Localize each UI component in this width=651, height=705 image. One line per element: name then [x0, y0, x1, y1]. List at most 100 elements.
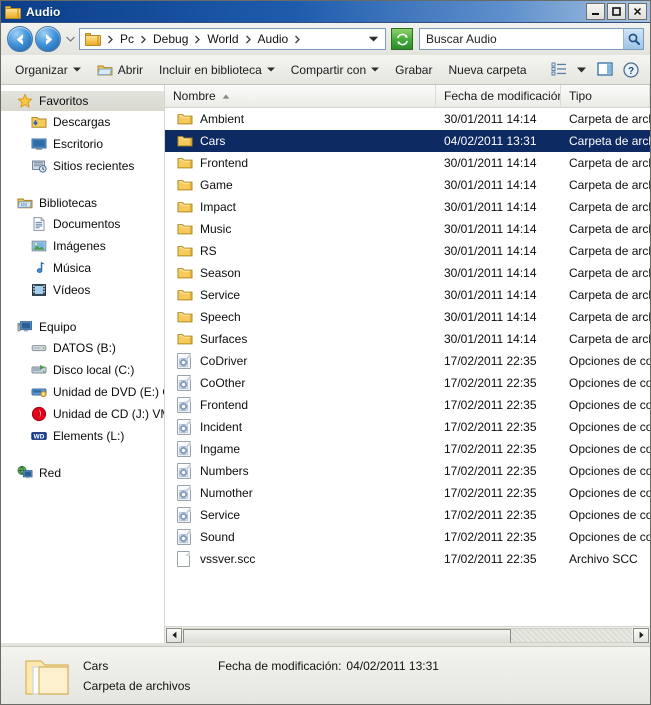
sidebar-item-elements-l[interactable]: WD Elements (L:) [1, 425, 164, 447]
back-button[interactable] [7, 26, 33, 52]
sidebar-item-imagenes[interactable]: Imágenes [1, 235, 164, 257]
sidebar-item-descargas[interactable]: Descargas [1, 111, 164, 133]
table-row[interactable]: Season 30/01/2011 14:14 Carpeta de archivo [165, 262, 650, 284]
sidebar-item-red[interactable]: Red [1, 463, 164, 483]
folder-icon [177, 331, 193, 347]
refresh-button[interactable] [391, 28, 413, 50]
folder-icon [177, 243, 193, 259]
config-file-icon [177, 441, 193, 457]
minimize-button[interactable] [586, 3, 605, 20]
organize-button[interactable]: Organizar [7, 58, 89, 82]
navigation-pane[interactable]: Favoritos Descargas Escritorio Sitios re… [1, 85, 165, 643]
cell-date: 30/01/2011 14:14 [444, 200, 537, 214]
change-view-button[interactable] [547, 58, 571, 82]
scroll-right-button[interactable] [633, 627, 649, 643]
search-box[interactable]: Buscar Audio [419, 28, 644, 50]
sidebar-label: Red [39, 466, 62, 480]
sidebar-item-musica[interactable]: Música [1, 257, 164, 279]
share-with-button[interactable]: Compartir con [283, 58, 387, 82]
table-row[interactable]: Impact 30/01/2011 14:14 Carpeta de archivo [165, 196, 650, 218]
table-row[interactable]: Ingame 17/02/2011 22:35 Opciones de config [165, 438, 650, 460]
table-row[interactable]: Surfaces 30/01/2011 14:14 Carpeta de archi… [165, 328, 650, 350]
search-input[interactable]: Buscar Audio [426, 32, 623, 46]
file-list-pane[interactable]: Nombre Fecha de modificación Tipo Ambien… [165, 85, 650, 643]
open-button[interactable]: Abrir [89, 58, 151, 82]
column-header-nombre[interactable]: Nombre [165, 85, 436, 107]
column-header-tipo[interactable]: Tipo [561, 85, 650, 107]
help-button[interactable]: ? [618, 58, 644, 82]
file-name: vssver.scc [200, 552, 256, 566]
pictures-icon [31, 238, 47, 254]
table-row[interactable]: Cars 04/02/2011 13:31 Carpeta de archivo [165, 130, 650, 152]
table-row[interactable]: CoDriver 17/02/2011 22:35 Opciones de conf… [165, 350, 650, 372]
scroll-left-button[interactable] [166, 627, 182, 643]
view-dropdown-button[interactable] [571, 58, 592, 82]
sidebar-item-favoritos[interactable]: Favoritos [1, 91, 164, 111]
sidebar-item-disco-local-c[interactable]: Disco local (C:) [1, 359, 164, 381]
table-row[interactable]: Speech 30/01/2011 14:14 Carpeta de archivo [165, 306, 650, 328]
table-row[interactable]: Sound 17/02/2011 22:35 Opciones de config [165, 526, 650, 548]
breadcrumb-separator[interactable] [290, 35, 305, 44]
breadcrumb-separator[interactable] [103, 35, 118, 44]
new-folder-button[interactable]: Nueva carpeta [440, 58, 534, 82]
breadcrumb-item-debug[interactable]: Debug [151, 30, 190, 48]
file-name: Service [200, 288, 241, 302]
burn-button[interactable]: Grabar [387, 58, 440, 82]
explorer-window: Audio Pc Debug World Audio Buscar Audio … [0, 0, 651, 705]
breadcrumb-item-audio[interactable]: Audio [256, 30, 291, 48]
include-in-library-button[interactable]: Incluir en biblioteca [151, 58, 283, 82]
scrollbar-track[interactable] [183, 627, 632, 643]
table-row[interactable]: Game 30/01/2011 14:14 Carpeta de archivo [165, 174, 650, 196]
horizontal-scrollbar[interactable] [165, 626, 650, 643]
table-row[interactable]: Ambient 30/01/2011 14:14 Carpeta de archiv… [165, 108, 650, 130]
sidebar-item-unidad-cd-j[interactable]: Unidad de CD (J:) VMC [1, 403, 164, 425]
forward-button[interactable] [35, 26, 61, 52]
open-folder-icon [97, 62, 113, 78]
sidebar-item-datos-b[interactable]: DATOS (B:) [1, 337, 164, 359]
address-dropdown-button[interactable] [369, 36, 382, 42]
sidebar-label: Documentos [53, 217, 121, 231]
cell-type: Opciones de config [569, 376, 650, 390]
sidebar-item-unidad-dvd-e[interactable]: Unidad de DVD (E:) OF [1, 381, 164, 403]
address-bar[interactable]: Pc Debug World Audio [79, 28, 386, 50]
table-row[interactable]: Music 30/01/2011 14:14 Carpeta de archivo [165, 218, 650, 240]
maximize-button[interactable] [607, 3, 626, 20]
sidebar-item-bibliotecas[interactable]: Bibliotecas [1, 193, 164, 213]
table-row[interactable]: vssver.scc 17/02/2011 22:35 Archivo SCC [165, 548, 650, 570]
table-row[interactable]: CoOther 17/02/2011 22:35 Opciones de confi… [165, 372, 650, 394]
table-row[interactable]: Numbers 17/02/2011 22:35 Opciones de confi… [165, 460, 650, 482]
sidebar-label: Música [53, 261, 92, 275]
libraries-icon [17, 195, 33, 211]
column-header-fecha[interactable]: Fecha de modificación [436, 85, 561, 107]
sidebar-item-videos[interactable]: Vídeos [1, 279, 164, 301]
column-header-label: Tipo [569, 89, 592, 103]
table-row[interactable]: Frontend 17/02/2011 22:35 Opciones de conf… [165, 394, 650, 416]
cell-date: 30/01/2011 14:14 [444, 288, 537, 302]
table-row[interactable]: Incident 17/02/2011 22:35 Opciones de conf… [165, 416, 650, 438]
table-row[interactable]: Frontend 30/01/2011 14:14 Carpeta de archi… [165, 152, 650, 174]
table-row[interactable]: Numother 17/02/2011 22:35 Opciones de conf… [165, 482, 650, 504]
scrollbar-thumb[interactable] [183, 628, 511, 643]
sidebar-item-escritorio[interactable]: Escritorio [1, 133, 164, 155]
table-row[interactable]: Service 30/01/2011 14:14 Carpeta de archiv… [165, 284, 650, 306]
sort-ascending-icon [222, 92, 230, 101]
sidebar-item-sitios-recientes[interactable]: Sitios recientes [1, 155, 164, 177]
nav-group-equipo: Equipo DATOS (B:) Disco local (C:) Unida… [1, 317, 164, 447]
breadcrumb-item-pc[interactable]: Pc [118, 30, 136, 48]
folder-icon [177, 155, 193, 171]
history-dropdown-button[interactable] [63, 29, 77, 49]
search-button[interactable] [623, 29, 643, 49]
close-button[interactable] [628, 3, 647, 20]
breadcrumb-separator[interactable] [136, 35, 151, 44]
file-name: Ambient [200, 112, 245, 126]
sidebar-item-documentos[interactable]: Documentos [1, 213, 164, 235]
breadcrumb-separator[interactable] [190, 35, 205, 44]
breadcrumb-separator[interactable] [241, 35, 256, 44]
table-row[interactable]: Service 17/02/2011 22:35 Opciones de confi… [165, 504, 650, 526]
breadcrumb-item-world[interactable]: World [205, 30, 240, 48]
sidebar-item-equipo[interactable]: Equipo [1, 317, 164, 337]
table-row[interactable]: RS 30/01/2011 14:14 Carpeta de archivo [165, 240, 650, 262]
preview-pane-button[interactable] [592, 58, 618, 82]
cell-type: Opciones de config [569, 354, 650, 368]
